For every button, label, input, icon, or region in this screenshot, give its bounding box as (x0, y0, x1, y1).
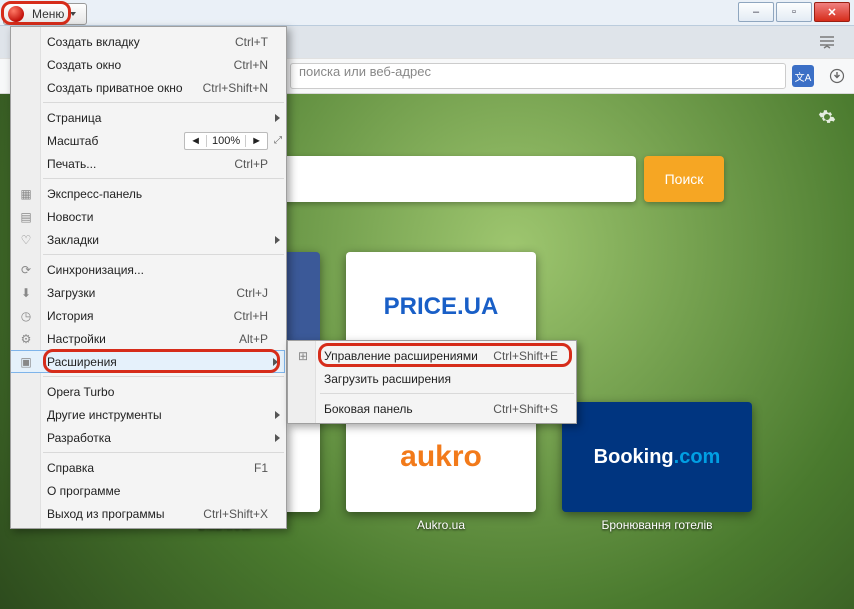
download-icon: ⬇ (18, 285, 34, 301)
menu-item-news[interactable]: ▤Новости (11, 205, 286, 228)
menu-item-sync[interactable]: ⟳Синхронизация... (11, 258, 286, 281)
extensions-submenu: ⊞Управление расширениямиCtrl+Shift+E Заг… (287, 340, 577, 424)
menu-item-bookmarks[interactable]: ♡Закладки (11, 228, 286, 251)
zoom-control[interactable]: ◄ 100% ► (184, 132, 268, 150)
zoom-value: 100% (207, 135, 246, 147)
chevron-right-icon (275, 114, 280, 122)
sidebar-toggle-icon[interactable] (816, 31, 838, 53)
submenu-item-sidebar[interactable]: Боковая панельCtrl+Shift+S (288, 397, 576, 420)
menu-item-exit[interactable]: Выход из программыCtrl+Shift+X (11, 502, 286, 525)
zoom-in-button[interactable]: ► (246, 135, 267, 147)
extensions-icon: ▣ (18, 354, 34, 370)
menu-item-opera-turbo[interactable]: Opera Turbo (11, 380, 286, 403)
window-maximize-button[interactable]: ▫ (776, 2, 812, 22)
menu-item-help[interactable]: СправкаF1 (11, 456, 286, 479)
tile-logo: Booking.com (594, 446, 721, 469)
zoom-out-button[interactable]: ◄ (185, 135, 207, 147)
downloads-icon[interactable] (826, 65, 848, 87)
menu-item-zoom[interactable]: Масштаб ◄ 100% ► ⤢ (11, 129, 286, 152)
window-close-button[interactable]: ✕ (814, 2, 850, 22)
menu-separator (43, 452, 284, 453)
address-input[interactable]: поиска или веб-адрес (290, 63, 786, 89)
submenu-item-manage-extensions[interactable]: ⊞Управление расширениямиCtrl+Shift+E (288, 344, 576, 367)
chevron-right-icon (273, 358, 278, 366)
menu-separator (43, 102, 284, 103)
news-icon: ▤ (18, 209, 34, 225)
tile-booking[interactable]: Booking.com Бронювання готелів (562, 402, 752, 512)
menu-item-developer[interactable]: Разработка (11, 426, 286, 449)
window-minimize-button[interactable]: – (738, 2, 774, 22)
main-menu: Создать вкладкуCtrl+T Создать окноCtrl+N… (10, 26, 287, 529)
chevron-right-icon (275, 411, 280, 419)
tile-logo: aukro (400, 440, 482, 474)
heart-icon: ♡ (18, 232, 34, 248)
chevron-right-icon (275, 434, 280, 442)
grid-icon: ▦ (18, 186, 34, 202)
window-titlebar: – ▫ ✕ (0, 0, 854, 26)
translate-icon[interactable]: 文A (792, 65, 814, 87)
menu-item-print[interactable]: Печать...Ctrl+P (11, 152, 286, 175)
menu-item-history[interactable]: ◷ИсторияCtrl+H (11, 304, 286, 327)
menu-item-downloads[interactable]: ⬇ЗагрузкиCtrl+J (11, 281, 286, 304)
fullscreen-icon[interactable]: ⤢ (274, 135, 282, 146)
menu-item-settings[interactable]: ⚙НастройкиAlt+P (11, 327, 286, 350)
gear-icon[interactable] (818, 108, 836, 131)
history-icon: ◷ (18, 308, 34, 324)
menu-separator (43, 376, 284, 377)
speed-dial-search-button[interactable]: Поиск (644, 156, 724, 202)
menu-separator (320, 393, 574, 394)
tile-logo: PRICE.UA (384, 293, 499, 321)
menu-item-new-tab[interactable]: Создать вкладкуCtrl+T (11, 30, 286, 53)
menu-item-new-private-window[interactable]: Создать приватное окноCtrl+Shift+N (11, 76, 286, 99)
gear-icon: ⚙ (18, 331, 34, 347)
submenu-item-get-extensions[interactable]: Загрузить расширения (288, 367, 576, 390)
menu-item-page[interactable]: Страница (11, 106, 286, 129)
manage-icon: ⊞ (295, 348, 311, 364)
chevron-right-icon (275, 236, 280, 244)
menu-item-speed-dial[interactable]: ▦Экспресс-панель (11, 182, 286, 205)
menu-item-extensions[interactable]: ▣ Расширения (11, 350, 285, 373)
menu-item-about[interactable]: О программе (11, 479, 286, 502)
menu-separator (43, 178, 284, 179)
sync-icon: ⟳ (18, 262, 34, 278)
opera-menu-button[interactable]: Меню (3, 3, 87, 25)
menu-item-new-window[interactable]: Создать окноCtrl+N (11, 53, 286, 76)
tile-label: Бронювання готелів (562, 518, 752, 532)
tile-label: Aukro.ua (346, 518, 536, 532)
menu-separator (43, 254, 284, 255)
menu-item-other-tools[interactable]: Другие инструменты (11, 403, 286, 426)
